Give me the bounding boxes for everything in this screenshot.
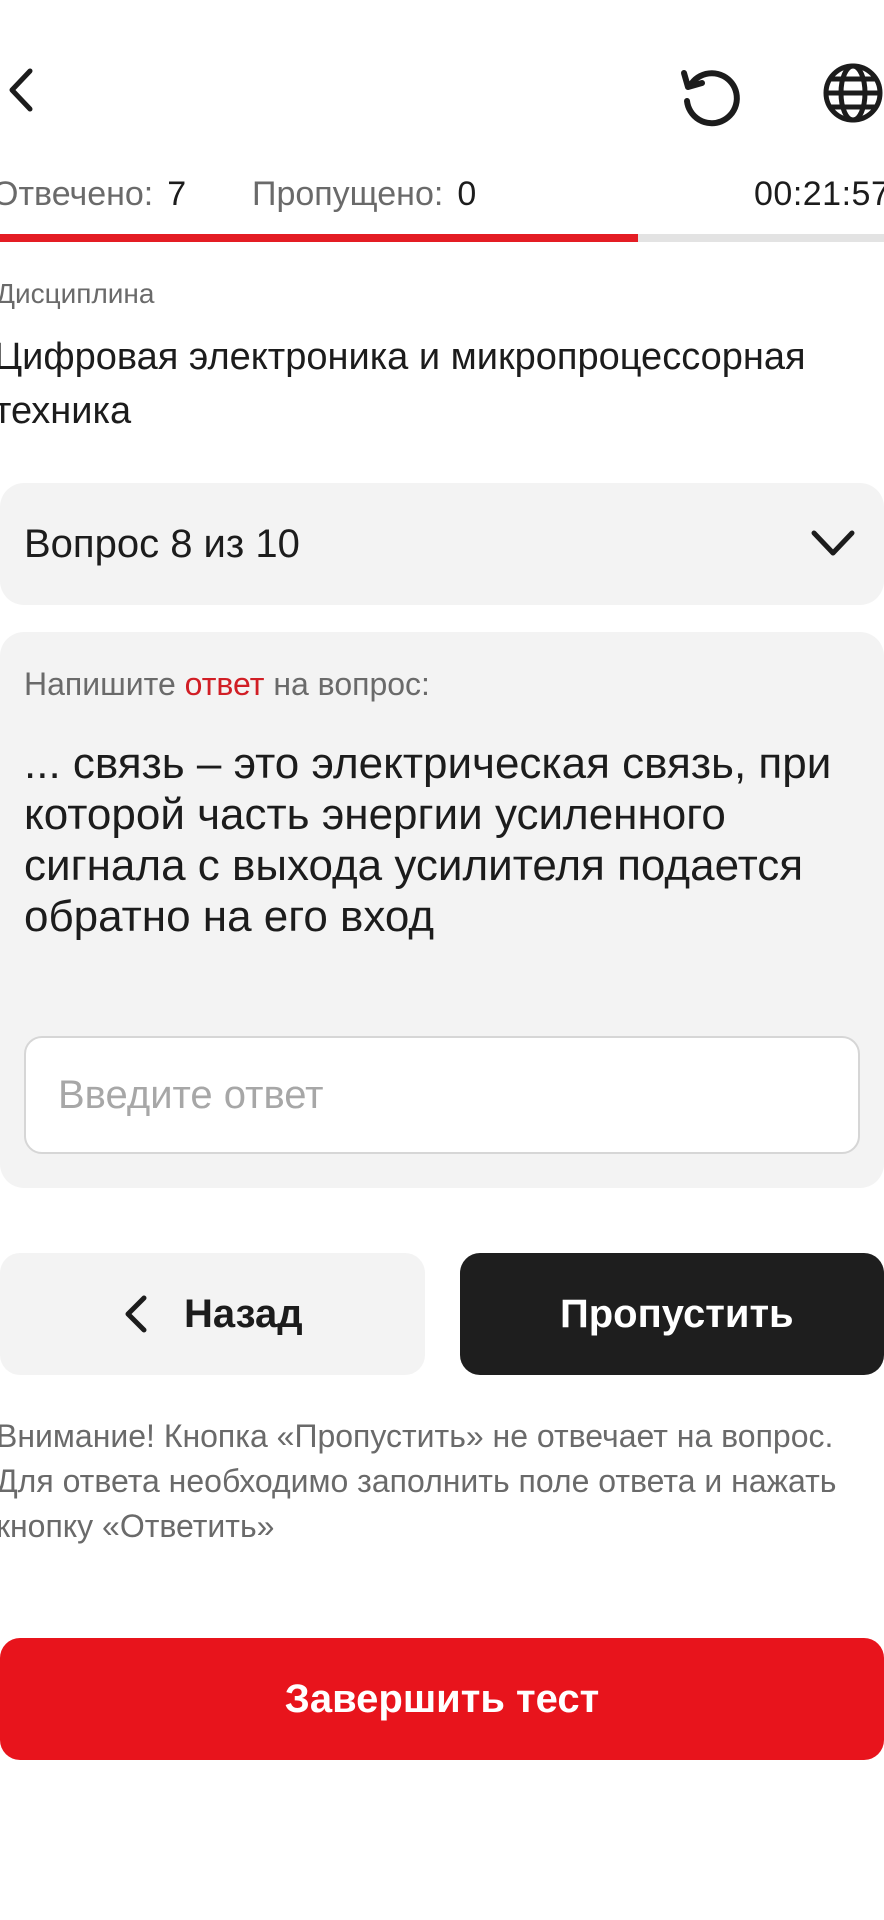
instruction-accent: ответ	[184, 666, 265, 702]
answered-value: 7	[167, 175, 187, 213]
skip-notice: Внимание! Кнопка «Пропустить» не отвечае…	[0, 1418, 837, 1544]
skipped-count: Пропущено: 0	[252, 168, 476, 220]
question-card: Напишите ответ на вопрос: ... связь – эт…	[0, 632, 884, 1188]
answered-count: Отвечено: 7	[0, 168, 186, 220]
timer: 00:21:57	[754, 175, 884, 213]
question-text: ... связь – это электрическая связь, при…	[24, 739, 832, 941]
globe-icon[interactable]	[815, 58, 884, 128]
skip-button-label: Пропустить	[560, 1292, 794, 1336]
question-counter: Вопрос 8 из 10	[24, 522, 300, 566]
skipped-label: Пропущено:	[252, 175, 444, 213]
answer-input[interactable]	[24, 1036, 860, 1154]
progress-bar	[0, 234, 884, 242]
top-bar	[0, 0, 884, 160]
back-icon[interactable]	[0, 55, 50, 125]
back-button-label: Назад	[184, 1291, 303, 1336]
question-instruction: Напишите ответ на вопрос:	[24, 666, 430, 703]
question-selector[interactable]: Вопрос 8 из 10	[0, 483, 884, 605]
skipped-value: 0	[457, 175, 477, 213]
discipline-label: Дисциплина	[0, 278, 155, 309]
instruction-suffix: на вопрос:	[273, 666, 430, 702]
chevron-down-icon	[806, 519, 860, 569]
finish-test-button[interactable]: Завершить тест	[0, 1638, 884, 1760]
test-stats: Отвечено: 7 Пропущено: 0 00:21:57	[0, 168, 884, 220]
discipline-name: Цифровая электроника и микропроцессорная…	[0, 336, 806, 432]
back-button-content: Назад	[120, 1253, 303, 1375]
progress-fill	[0, 234, 639, 242]
skip-button[interactable]: Пропустить	[460, 1253, 884, 1375]
restart-icon[interactable]	[670, 55, 750, 135]
back-button[interactable]: Назад	[0, 1253, 425, 1375]
finish-test-label: Завершить тест	[284, 1677, 600, 1721]
answered-label: Отвечено:	[0, 175, 154, 213]
instruction-prefix: Напишите	[24, 666, 176, 702]
chevron-left-icon	[125, 1295, 147, 1333]
